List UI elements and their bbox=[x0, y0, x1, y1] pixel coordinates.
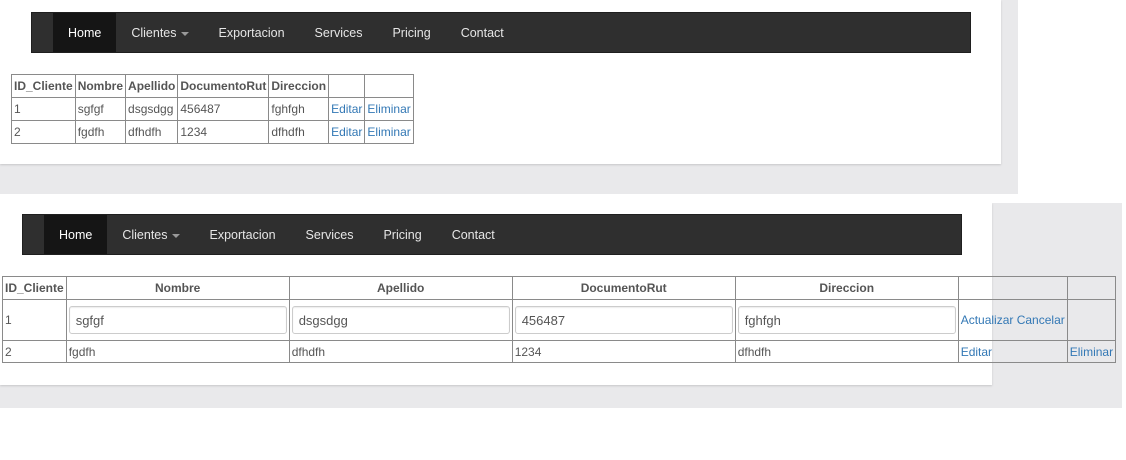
nav-services[interactable]: Services bbox=[291, 215, 369, 254]
header-apellido: Apellido bbox=[125, 74, 179, 98]
cell-direccion: dfhdfh bbox=[734, 340, 959, 363]
table-row: 2 fgdfh dfhdfh 1234 dfhdfh Editar Elimin… bbox=[11, 120, 415, 144]
edit-link[interactable]: Editar bbox=[331, 102, 362, 116]
nav-contact[interactable]: Contact bbox=[446, 13, 519, 52]
nav-contact[interactable]: Contact bbox=[437, 215, 510, 254]
cell-id: 1 bbox=[2, 299, 67, 341]
table-header-row: ID_Cliente Nombre Apellido DocumentoRut … bbox=[2, 276, 1117, 300]
cell-actions: Actualizar Cancelar bbox=[957, 299, 1068, 341]
cell-edit: Editar bbox=[328, 97, 366, 121]
caret-down-icon bbox=[180, 31, 189, 36]
content-panel: Home Clientes Exportacion Services Prici… bbox=[0, 0, 1001, 164]
cell-documento: 456487 bbox=[177, 97, 270, 121]
header-direccion: Direccion bbox=[734, 276, 959, 300]
cell-delete: Eliminar bbox=[364, 120, 415, 144]
nav-pricing[interactable]: Pricing bbox=[377, 13, 445, 52]
header-documento-rut: DocumentoRut bbox=[177, 74, 270, 98]
cell-direccion bbox=[734, 299, 959, 341]
header-id-cliente: ID_Cliente bbox=[2, 276, 67, 300]
cell-edit: Editar bbox=[957, 340, 1068, 363]
table-row: 2 fgdfh dfhdfh 1234 dfhdfh Editar Elimin… bbox=[2, 340, 1117, 363]
cell-apellido bbox=[288, 299, 513, 341]
cell-id: 1 bbox=[11, 97, 76, 121]
header-nombre: Nombre bbox=[74, 74, 127, 98]
cancel-link[interactable]: Cancelar bbox=[1017, 313, 1065, 327]
nav-pricing[interactable]: Pricing bbox=[368, 215, 436, 254]
clientes-table: ID_Cliente Nombre Apellido DocumentoRut … bbox=[11, 74, 415, 144]
screenshot-view-mode: Home Clientes Exportacion Services Prici… bbox=[0, 0, 1018, 194]
delete-link[interactable]: Eliminar bbox=[1070, 345, 1113, 359]
nav-exportacion[interactable]: Exportacion bbox=[195, 215, 291, 254]
nav-home[interactable]: Home bbox=[53, 13, 117, 52]
header-delete-col bbox=[1066, 276, 1117, 300]
apellido-input[interactable] bbox=[291, 306, 510, 334]
caret-down-icon bbox=[171, 233, 180, 238]
nav-clientes-dropdown[interactable]: Clientes bbox=[107, 215, 194, 254]
header-id-cliente: ID_Cliente bbox=[11, 74, 76, 98]
clientes-edit-table: ID_Cliente Nombre Apellido DocumentoRut … bbox=[2, 276, 1117, 363]
header-apellido: Apellido bbox=[288, 276, 513, 300]
table-row-editing: 1 Actualizar Cancelar bbox=[2, 299, 1117, 341]
cell-delete: Eliminar bbox=[1066, 340, 1117, 363]
header-actions-col bbox=[957, 276, 1068, 300]
cell-nombre: sgfgf bbox=[74, 97, 127, 121]
cell-direccion: dfhdfh bbox=[268, 120, 330, 144]
navbar: Home Clientes Exportacion Services Prici… bbox=[31, 12, 971, 53]
documento-rut-input[interactable] bbox=[514, 306, 733, 334]
nav-services[interactable]: Services bbox=[300, 13, 378, 52]
table-row: 1 sgfgf dsgsdgg 456487 fghfgh Editar Eli… bbox=[11, 97, 415, 121]
header-delete-col bbox=[364, 74, 415, 98]
cell-direccion: fghfgh bbox=[268, 97, 330, 121]
table-header-row: ID_Cliente Nombre Apellido DocumentoRut … bbox=[11, 74, 415, 98]
cell-documento bbox=[511, 299, 736, 341]
header-direccion: Direccion bbox=[268, 74, 330, 98]
cell-empty bbox=[1066, 299, 1117, 341]
edit-link[interactable]: Editar bbox=[961, 345, 992, 359]
delete-link[interactable]: Eliminar bbox=[367, 125, 410, 139]
edit-link[interactable]: Editar bbox=[331, 125, 362, 139]
cell-documento: 1234 bbox=[177, 120, 270, 144]
nav-home[interactable]: Home bbox=[44, 215, 108, 254]
cell-id: 2 bbox=[2, 340, 67, 363]
cell-apellido: dfhdfh bbox=[125, 120, 179, 144]
cell-id: 2 bbox=[11, 120, 76, 144]
cell-edit: Editar bbox=[328, 120, 366, 144]
cell-nombre bbox=[65, 299, 290, 341]
screenshot-edit-mode: Home Clientes Exportacion Services Prici… bbox=[0, 203, 1122, 408]
direccion-input[interactable] bbox=[737, 306, 956, 334]
nav-exportacion[interactable]: Exportacion bbox=[204, 13, 300, 52]
header-nombre: Nombre bbox=[65, 276, 290, 300]
header-documento-rut: DocumentoRut bbox=[511, 276, 736, 300]
delete-link[interactable]: Eliminar bbox=[367, 102, 410, 116]
cell-apellido: dsgsdgg bbox=[125, 97, 179, 121]
header-edit-col bbox=[328, 74, 366, 98]
update-link[interactable]: Actualizar bbox=[961, 313, 1014, 327]
cell-nombre: fgdfh bbox=[74, 120, 127, 144]
cell-documento: 1234 bbox=[511, 340, 736, 363]
cell-nombre: fgdfh bbox=[65, 340, 290, 363]
nav-clientes-dropdown[interactable]: Clientes bbox=[116, 13, 203, 52]
navbar: Home Clientes Exportacion Services Prici… bbox=[22, 214, 962, 255]
cell-delete: Eliminar bbox=[364, 97, 415, 121]
nombre-input[interactable] bbox=[68, 306, 287, 334]
cell-apellido: dfhdfh bbox=[288, 340, 513, 363]
